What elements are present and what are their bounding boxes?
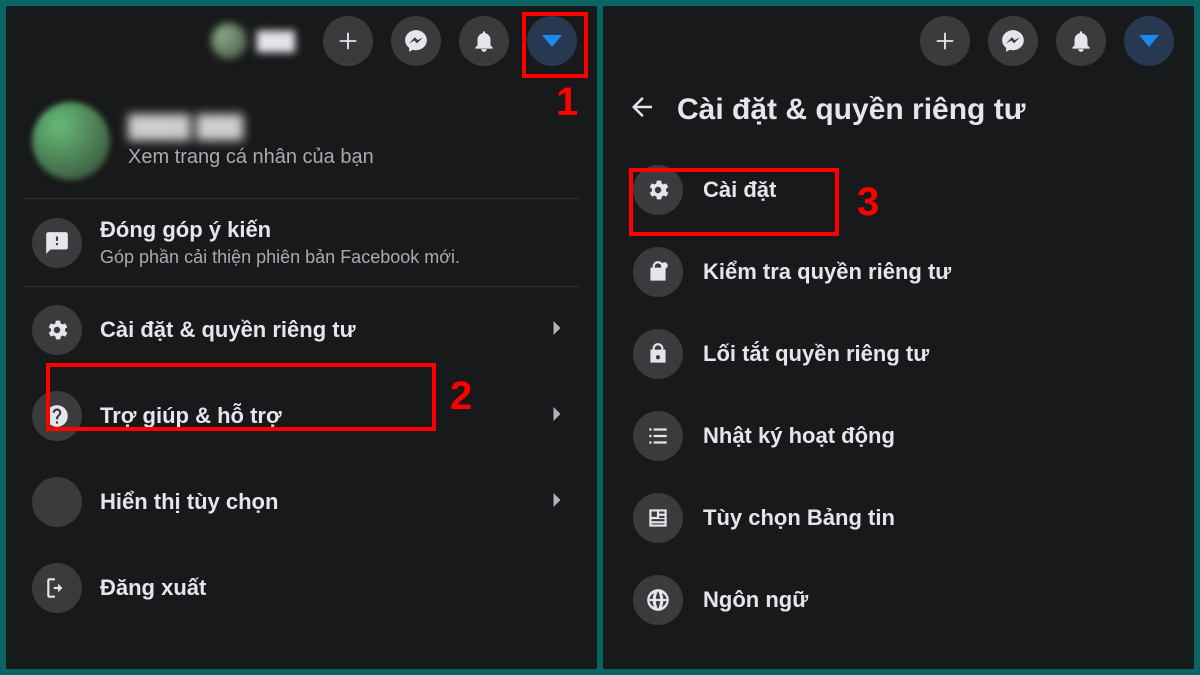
view-profile-row[interactable]: ████ ███ Xem trang cá nhân của bạn (24, 84, 579, 199)
privacy-shortcuts-row[interactable]: Lối tắt quyền riêng tư (627, 313, 1170, 395)
gear-icon (32, 305, 82, 355)
globe-icon (633, 575, 683, 625)
bell-icon (471, 28, 497, 54)
profile-name: ████ ███ (128, 114, 374, 140)
back-button[interactable] (627, 92, 657, 127)
create-button[interactable] (920, 16, 970, 66)
menu-item-label: Cài đặt & quyền riêng tư (100, 317, 525, 343)
feedback-icon (32, 218, 82, 268)
submenu-item-label: Tùy chọn Bảng tin (703, 505, 895, 531)
messenger-icon (1000, 28, 1026, 54)
messenger-button[interactable] (391, 16, 441, 66)
settings-row[interactable]: Cài đặt (627, 149, 1170, 231)
bell-icon (1068, 28, 1094, 54)
submenu-item-label: Ngôn ngữ (703, 587, 808, 613)
caret-down-icon (1139, 35, 1159, 47)
privacy-checkup-row[interactable]: Kiểm tra quyền riêng tư (627, 231, 1170, 313)
submenu-header: Cài đặt & quyền riêng tư (603, 76, 1194, 143)
language-row[interactable]: Ngôn ngữ (627, 559, 1170, 641)
display-options-row[interactable]: Hiển thị tùy chọn (24, 459, 579, 545)
account-menu-panel: ███ 1 ████ ███ Xem trang cá nhân củ (6, 6, 597, 669)
account-dropdown-button[interactable] (527, 16, 577, 66)
top-bar: x (603, 6, 1194, 76)
top-bar: ███ (6, 6, 597, 76)
feedback-row[interactable]: Đóng góp ý kiến Góp phần cải thiện phiên… (24, 199, 579, 287)
list-icon (633, 411, 683, 461)
annotation-number-3: 3 (857, 180, 879, 225)
settings-privacy-panel: x Cài đặt & quyền riêng tư (603, 6, 1194, 669)
notifications-button[interactable] (459, 16, 509, 66)
chevron-right-icon (543, 486, 571, 519)
chevron-right-icon (543, 400, 571, 433)
settings-submenu: Cài đặt Kiểm tra quyền riêng tư Lối tắt … (603, 143, 1194, 647)
feed-icon (633, 493, 683, 543)
chevron-right-icon (543, 314, 571, 347)
plus-icon (337, 30, 359, 52)
annotation-number-1: 1 (556, 80, 578, 125)
news-feed-preferences-row[interactable]: Tùy chọn Bảng tin (627, 477, 1170, 559)
annotation-number-2: 2 (450, 374, 472, 419)
avatar-icon (211, 23, 247, 59)
account-menu: ████ ███ Xem trang cá nhân của bạn Đóng … (6, 76, 597, 639)
account-dropdown-button[interactable] (1124, 16, 1174, 66)
logout-icon (32, 563, 82, 613)
moon-icon (32, 477, 82, 527)
notifications-button[interactable] (1056, 16, 1106, 66)
create-button[interactable] (323, 16, 373, 66)
menu-item-label: Đăng xuất (100, 575, 571, 601)
submenu-item-label: Nhật ký hoạt động (703, 423, 895, 449)
topbar-profile-name: ███ (257, 31, 295, 52)
submenu-title: Cài đặt & quyền riêng tư (677, 93, 1025, 127)
settings-privacy-row[interactable]: Cài đặt & quyền riêng tư (24, 287, 579, 373)
caret-down-icon (542, 35, 562, 47)
plus-icon (934, 30, 956, 52)
activity-log-row[interactable]: Nhật ký hoạt động (627, 395, 1170, 477)
menu-item-label: Hiển thị tùy chọn (100, 489, 525, 515)
topbar-profile-chip[interactable]: ███ (211, 23, 295, 59)
logout-row[interactable]: Đăng xuất (24, 545, 579, 631)
submenu-item-label: Kiểm tra quyền riêng tư (703, 259, 951, 285)
profile-subtitle: Xem trang cá nhân của bạn (128, 146, 374, 169)
avatar-icon (32, 102, 110, 180)
submenu-item-label: Lối tắt quyền riêng tư (703, 341, 929, 367)
feedback-subtitle: Góp phần cải thiện phiên bản Facebook mớ… (100, 247, 571, 268)
lock-icon (633, 329, 683, 379)
help-icon (32, 391, 82, 441)
help-support-row[interactable]: Trợ giúp & hỗ trợ (24, 373, 579, 459)
gear-icon (633, 165, 683, 215)
submenu-item-label: Cài đặt (703, 177, 776, 203)
privacy-checkup-icon (633, 247, 683, 297)
arrow-left-icon (627, 92, 657, 122)
messenger-button[interactable] (988, 16, 1038, 66)
messenger-icon (403, 28, 429, 54)
feedback-title: Đóng góp ý kiến (100, 217, 571, 243)
